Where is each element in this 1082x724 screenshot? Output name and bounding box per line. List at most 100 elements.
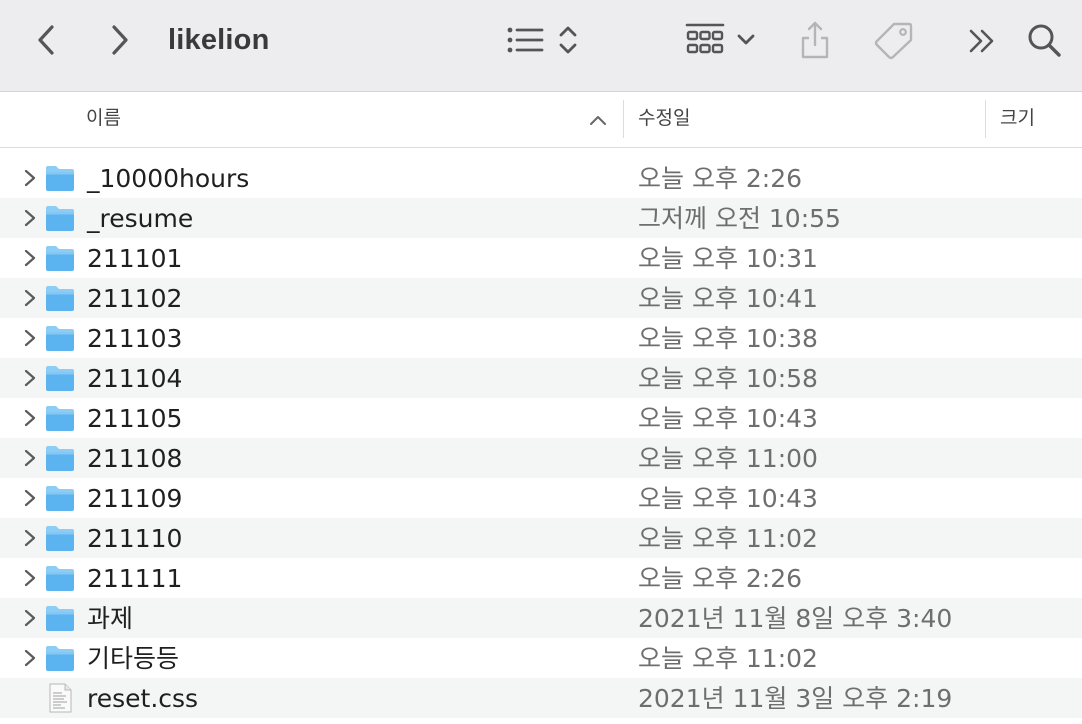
folder-icon	[44, 603, 76, 633]
folder-icon	[44, 483, 76, 513]
disclosure-toggle[interactable]	[22, 448, 38, 468]
file-name: 211109	[87, 484, 183, 513]
chevron-right-icon	[24, 249, 36, 267]
folder-icon	[44, 323, 76, 353]
folder-icon	[44, 523, 76, 553]
file-modified-date: 오늘 오후 2:26	[638, 564, 803, 593]
document-icon	[44, 683, 76, 713]
chevron-left-icon	[38, 25, 54, 55]
file-row[interactable]: 211102 오늘 오후 10:41	[0, 278, 1082, 318]
folder-icon	[44, 643, 76, 673]
disclosure-toggle[interactable]	[22, 328, 38, 348]
file-modified-date: 오늘 오후 11:02	[638, 644, 818, 673]
file-row[interactable]: 211104 오늘 오후 10:58	[0, 358, 1082, 398]
column-size-header[interactable]: 크기	[1000, 92, 1082, 147]
tag-button[interactable]	[870, 18, 916, 62]
file-row[interactable]: 211110 오늘 오후 11:02	[0, 518, 1082, 558]
list-view-icon	[507, 27, 544, 53]
disclosure-toggle[interactable]	[22, 488, 38, 508]
file-modified-date: 2021년 11월 3일 오후 2:19	[638, 684, 953, 713]
disclosure-toggle[interactable]	[22, 648, 38, 668]
column-name-header[interactable]: 이름	[86, 92, 616, 147]
search-icon	[1028, 24, 1061, 57]
chevron-right-icon	[24, 289, 36, 307]
chevron-right-icon	[24, 369, 36, 387]
file-row[interactable]: 211108 오늘 오후 11:00	[0, 438, 1082, 478]
chevron-right-icon	[24, 649, 36, 667]
file-row[interactable]: 211109 오늘 오후 10:43	[0, 478, 1082, 518]
disclosure-toggle[interactable]	[22, 568, 38, 588]
file-row[interactable]: reset.css 2021년 11월 3일 오후 2:19	[0, 678, 1082, 718]
chevron-right-icon	[112, 25, 128, 55]
chevron-right-icon	[24, 409, 36, 427]
file-modified-date: 오늘 오후 10:38	[638, 324, 818, 353]
disclosure-toggle[interactable]	[22, 208, 38, 228]
share-button[interactable]	[796, 18, 834, 62]
chevron-right-icon	[24, 169, 36, 187]
folder-icon	[44, 443, 76, 473]
file-name: 211108	[87, 444, 183, 473]
file-modified-date: 오늘 오후 10:41	[638, 284, 818, 313]
file-row[interactable]: 211105 오늘 오후 10:43	[0, 398, 1082, 438]
chevron-right-icon	[24, 609, 36, 627]
file-modified-date: 오늘 오후 10:58	[638, 364, 818, 393]
file-row[interactable]: _resume 그저께 오전 10:55	[0, 198, 1082, 238]
column-modified-header[interactable]: 수정일	[638, 92, 978, 147]
view-options-button[interactable]	[504, 22, 580, 58]
file-name: 기타등등	[87, 644, 180, 673]
file-name: 211110	[87, 524, 183, 553]
sort-ascending-icon	[590, 116, 606, 125]
disclosure-toggle[interactable]	[22, 368, 38, 388]
file-name: 과제	[87, 604, 134, 633]
file-modified-date: 오늘 오후 11:00	[638, 444, 818, 473]
back-button[interactable]	[30, 22, 64, 58]
file-name: reset.css	[87, 684, 199, 713]
double-chevron-icon	[969, 29, 994, 53]
disclosure-toggle[interactable]	[22, 288, 38, 308]
file-row[interactable]: 211111 오늘 오후 2:26	[0, 558, 1082, 598]
file-row[interactable]: 211103 오늘 오후 10:38	[0, 318, 1082, 358]
file-name: 211111	[87, 564, 183, 593]
up-down-chevron-icon	[559, 26, 577, 54]
file-modified-date: 오늘 오후 10:43	[638, 484, 818, 513]
forward-button[interactable]	[102, 22, 136, 58]
share-icon	[801, 21, 829, 59]
file-row[interactable]: 기타등등 오늘 오후 11:02	[0, 638, 1082, 678]
file-modified-date: 오늘 오후 11:02	[638, 524, 818, 553]
disclosure-toggle[interactable]	[22, 528, 38, 548]
file-name: 211103	[87, 324, 183, 353]
tag-icon	[874, 22, 913, 60]
file-modified-date: 그저께 오전 10:55	[638, 204, 841, 233]
disclosure-toggle[interactable]	[22, 248, 38, 268]
group-button[interactable]	[682, 20, 760, 60]
disclosure-toggle[interactable]	[22, 608, 38, 628]
file-list: _10000hours 오늘 오후 2:26 _resume 그저께 오전 10:55…	[0, 158, 1082, 718]
file-name: _resume	[87, 204, 194, 233]
file-modified-date: 오늘 오후 10:43	[638, 404, 818, 433]
disclosure-toggle[interactable]	[22, 168, 38, 188]
disclosure-toggle[interactable]	[22, 408, 38, 428]
folder-icon	[44, 363, 76, 393]
column-header: 이름 수정일 크기	[0, 92, 1082, 148]
chevron-right-icon	[24, 529, 36, 547]
file-row[interactable]: 211101 오늘 오후 10:31	[0, 238, 1082, 278]
search-button[interactable]	[1024, 20, 1064, 60]
column-divider[interactable]	[985, 100, 986, 138]
chevron-right-icon	[24, 569, 36, 587]
column-name-label: 이름	[86, 107, 121, 129]
chevron-right-icon	[24, 329, 36, 347]
window-title: likelion	[168, 24, 270, 56]
folder-icon	[44, 203, 76, 233]
chevron-right-icon	[24, 209, 36, 227]
chevron-down-icon	[737, 34, 755, 45]
group-grid-icon	[685, 23, 725, 54]
folder-icon	[44, 563, 76, 593]
column-divider[interactable]	[623, 100, 624, 138]
file-row[interactable]: 과제 2021년 11월 8일 오후 3:40	[0, 598, 1082, 638]
folder-icon	[44, 283, 76, 313]
chevron-right-icon	[24, 449, 36, 467]
file-row[interactable]: _10000hours 오늘 오후 2:26	[0, 158, 1082, 198]
file-name: 211105	[87, 404, 183, 433]
more-toolbar-button[interactable]	[964, 24, 1000, 58]
folder-icon	[44, 403, 76, 433]
